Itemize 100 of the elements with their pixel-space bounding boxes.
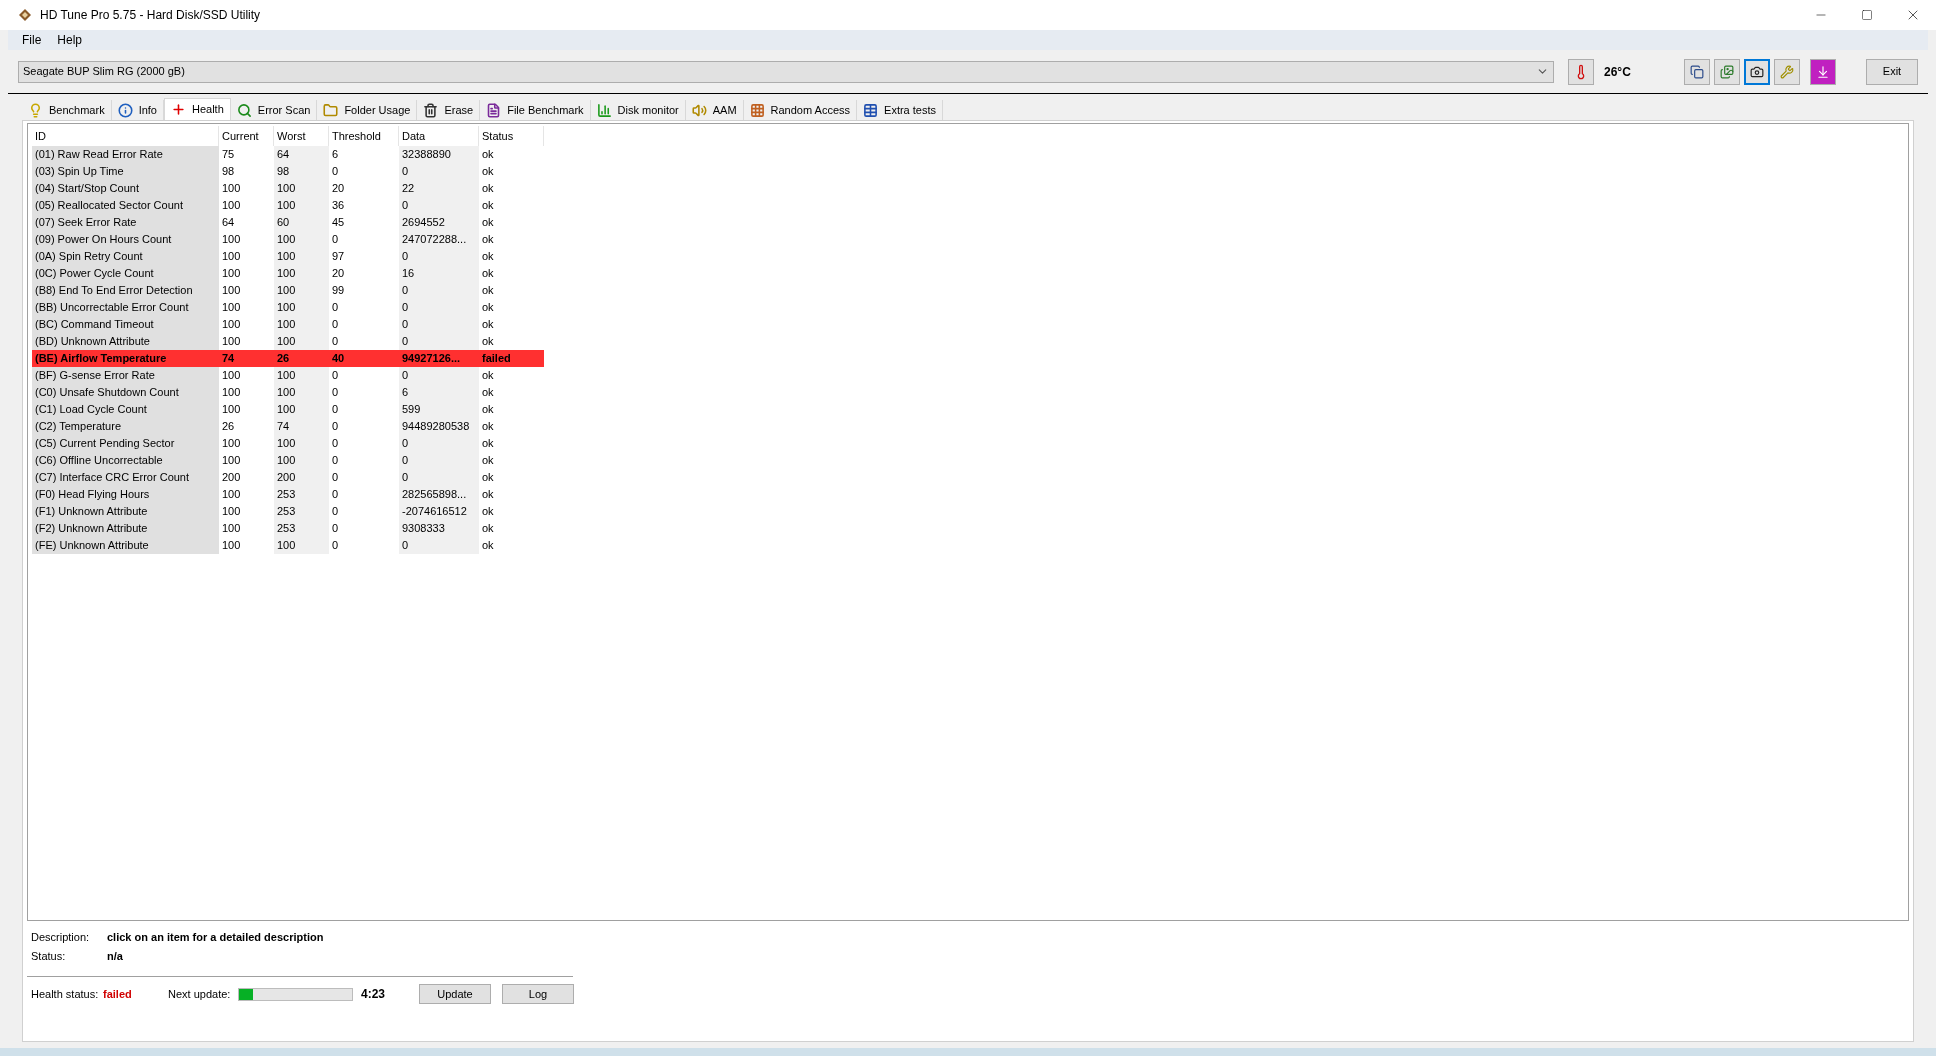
table-cell: 60 xyxy=(274,214,329,231)
table-cell: (C2) Temperature xyxy=(32,418,219,435)
file-icon xyxy=(486,102,502,118)
table-cell: 2694552 xyxy=(399,214,479,231)
table-cell: 94489280538 xyxy=(399,418,479,435)
table-cell: 253 xyxy=(274,503,329,520)
table-row[interactable]: (0A) Spin Retry Count 100 100 97 0 ok xyxy=(32,248,544,265)
toolbar-button[interactable] xyxy=(1684,58,1710,85)
tab[interactable]: Health xyxy=(164,98,231,120)
column-header[interactable]: Status xyxy=(479,126,544,146)
table-cell: 0 xyxy=(399,452,479,469)
table-cell-text: 74 xyxy=(221,351,236,367)
table-row[interactable]: (BF) G-sense Error Rate 100 100 0 0 ok xyxy=(32,367,544,384)
table-row[interactable]: (04) Start/Stop Count 100 100 20 22 ok xyxy=(32,180,544,197)
table-row[interactable]: (0C) Power Cycle Count 100 100 20 16 ok xyxy=(32,265,544,282)
table-cell: 200 xyxy=(274,469,329,486)
table-cell: (BD) Unknown Attribute xyxy=(32,333,219,350)
table-cell-text: ok xyxy=(481,266,495,282)
window-title: HD Tune Pro 5.75 - Hard Disk/SSD Utility xyxy=(40,7,261,24)
table-cell: (0C) Power Cycle Count xyxy=(32,265,219,282)
table-cell: 100 xyxy=(274,282,329,299)
table-cell-text: 100 xyxy=(221,334,242,350)
table-cell: 0 xyxy=(399,435,479,452)
table-cell-text: 200 xyxy=(221,470,242,486)
table-cell-text: ok xyxy=(481,436,495,452)
table-cell-text: 0 xyxy=(331,317,340,333)
temperature-button[interactable] xyxy=(1568,58,1594,85)
wrench-icon xyxy=(1780,64,1794,79)
table-row[interactable]: (F2) Unknown Attribute 100 253 0 9308333 ok xyxy=(32,520,544,537)
table-cell: 0 xyxy=(399,299,479,316)
table-row[interactable]: (BC) Command Timeout 100 100 0 0 ok xyxy=(32,316,544,333)
table-icon xyxy=(863,102,879,118)
health-status-value: failed xyxy=(103,986,133,1002)
table-cell: (C0) Unsafe Shutdown Count xyxy=(32,384,219,401)
table-cell: -2074616512 xyxy=(399,503,479,520)
table-cell: 64 xyxy=(274,146,329,163)
table-cell-text: 20 xyxy=(331,266,346,282)
table-cell-text: 0 xyxy=(331,538,340,554)
panel-button[interactable]: Update xyxy=(419,984,491,1004)
bulb-icon xyxy=(28,102,43,118)
column-header[interactable]: Current xyxy=(219,126,274,146)
table-row[interactable]: (F0) Head Flying Hours 100 253 0 282565898... ok xyxy=(32,486,544,503)
table-cell: 0 xyxy=(399,333,479,350)
table-cell-text: ok xyxy=(481,538,495,554)
table-row[interactable]: (C7) Interface CRC Error Count 200 200 0 0 ok xyxy=(32,469,544,486)
table-cell-text: 0 xyxy=(331,436,340,452)
table-row[interactable]: (FE) Unknown Attribute 100 100 0 0 ok xyxy=(32,537,544,554)
table-cell-text: 100 xyxy=(221,266,242,282)
table-cell-text: 0 xyxy=(331,453,340,469)
cross-icon xyxy=(171,102,186,117)
table-row[interactable]: (C1) Load Cycle Count 100 100 0 599 ok xyxy=(32,401,544,418)
menu-item[interactable]: Help xyxy=(51,31,89,49)
table-row[interactable]: (09) Power On Hours Count 100 100 0 247072288... ok xyxy=(32,231,544,248)
next-update-label: Next update: xyxy=(168,986,232,1002)
table-cell: 247072288... xyxy=(399,231,479,248)
table-row[interactable]: (BD) Unknown Attribute 100 100 0 0 ok xyxy=(32,333,544,350)
table-cell: (C1) Load Cycle Count xyxy=(32,401,219,418)
table-cell-text: 0 xyxy=(331,419,340,435)
table-row[interactable]: (C6) Offline Uncorrectable 100 100 0 0 ok xyxy=(32,452,544,469)
table-row[interactable]: (BB) Uncorrectable Error Count 100 100 0 0 ok xyxy=(32,299,544,316)
table-cell: 0 xyxy=(399,163,479,180)
drive-dropdown[interactable]: Seagate BUP Slim RG (2000 gB) xyxy=(18,60,1554,83)
table-row[interactable]: (03) Spin Up Time 98 98 0 0 ok xyxy=(32,163,544,180)
toolbar-button[interactable] xyxy=(1744,58,1770,85)
table-row[interactable]: (B8) End To End Error Detection 100 100 99 0 ok xyxy=(32,282,544,299)
table-row[interactable]: (BE) Airflow Temperature 74 26 40 94927126... failed xyxy=(32,350,544,367)
health-status-label: Health status: xyxy=(31,986,100,1002)
table-cell-text: 0 xyxy=(331,521,340,537)
table-cell-text: ok xyxy=(481,334,495,350)
table-cell: (C5) Current Pending Sector xyxy=(32,435,219,452)
table-cell: 0 xyxy=(399,367,479,384)
table-row[interactable]: (C5) Current Pending Sector 100 100 0 0 ok xyxy=(32,435,544,452)
table-cell-text: 0 xyxy=(331,487,340,503)
column-header[interactable]: Threshold xyxy=(329,126,399,146)
speaker-icon xyxy=(691,102,707,118)
table-cell-text: ok xyxy=(481,147,495,163)
download-icon xyxy=(1816,64,1830,79)
table-cell-text: ok xyxy=(481,198,495,214)
table-cell: (C6) Offline Uncorrectable xyxy=(32,452,219,469)
table-cell-text: 64 xyxy=(221,215,236,231)
table-cell: 22 xyxy=(399,180,479,197)
table-row[interactable]: (F1) Unknown Attribute 100 253 0 -2074616512 ok xyxy=(32,503,544,520)
table-row[interactable]: (C2) Temperature 26 74 0 94489280538 ok xyxy=(32,418,544,435)
panel-button[interactable]: Log xyxy=(502,984,574,1004)
menu-item[interactable]: File xyxy=(16,31,48,49)
table-cell-text: ok xyxy=(481,385,495,401)
table-cell-text: ok xyxy=(481,487,495,503)
table-cell: 100 xyxy=(274,316,329,333)
exit-button[interactable]: Exit xyxy=(1866,58,1918,85)
table-row[interactable]: (05) Reallocated Sector Count 100 100 36 0 ok xyxy=(32,197,544,214)
table-cell-text: ok xyxy=(481,300,495,316)
table-cell: (B8) End To End Error Detection xyxy=(32,282,219,299)
table-row[interactable]: (C0) Unsafe Shutdown Count 100 100 0 6 ok xyxy=(32,384,544,401)
table-cell-text: 100 xyxy=(221,368,242,384)
next-update-time: 4:23 xyxy=(361,986,387,1003)
table-row[interactable]: (01) Raw Read Error Rate 75 64 6 32388890 ok xyxy=(32,146,544,163)
table-cell-text: 0 xyxy=(331,334,340,350)
table-cell-text: 100 xyxy=(221,385,242,401)
table-cell-text: ok xyxy=(481,402,495,418)
table-row[interactable]: (07) Seek Error Rate 64 60 45 2694552 ok xyxy=(32,214,544,231)
